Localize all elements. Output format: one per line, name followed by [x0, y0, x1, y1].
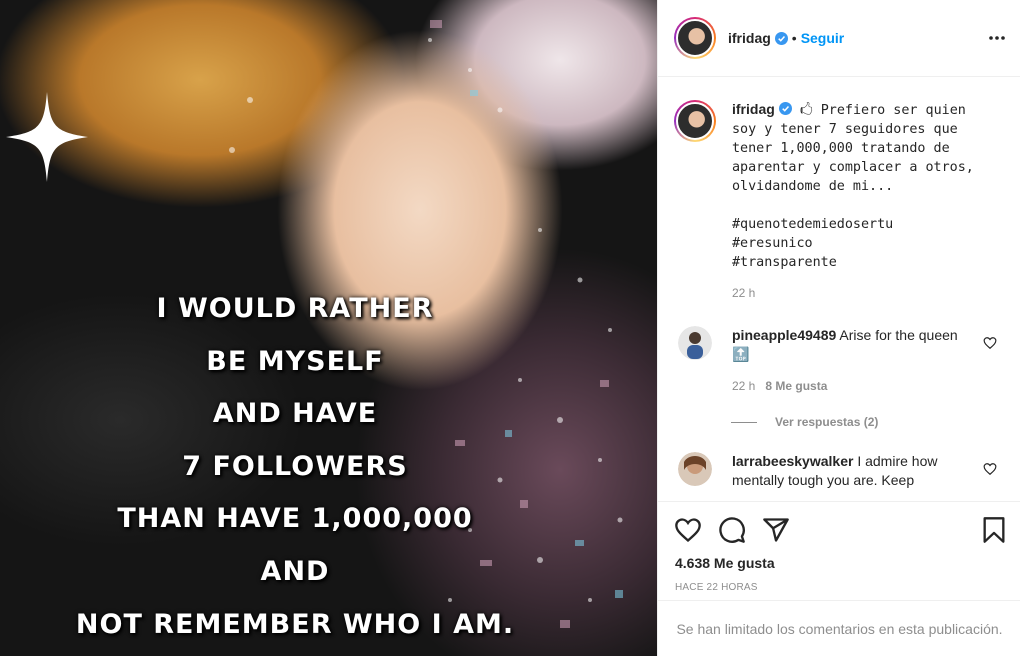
more-options-icon[interactable]: [988, 30, 1006, 46]
sparkle-star-icon: [6, 92, 88, 182]
follow-button[interactable]: Seguir: [801, 30, 845, 46]
heart-icon[interactable]: [674, 516, 702, 544]
comment-username[interactable]: pineapple49489: [732, 327, 836, 343]
post-image[interactable]: I WOULD RATHER BE MYSELF AND HAVE 7 FOLL…: [0, 0, 657, 656]
replies-divider: [731, 421, 757, 423]
separator-dot: •: [791, 30, 797, 46]
post-header: ifridag • Seguir: [658, 0, 1020, 77]
bookmark-icon[interactable]: [980, 516, 1008, 544]
caption-text: ifridag 🖒 Prefiero ser quien soy y tener…: [732, 100, 992, 272]
caption-emoji: 🖒: [799, 103, 813, 118]
post-actions: 4.638 Me gusta HACE 22 HORAS: [658, 501, 1020, 601]
quote-line: AND HAVE: [212, 398, 378, 430]
avatar[interactable]: [678, 452, 712, 486]
view-replies-button[interactable]: Ver respuestas (2): [731, 415, 1020, 429]
caption-time[interactable]: 22 h: [732, 286, 992, 300]
post-timestamp[interactable]: HACE 22 HORAS: [675, 582, 758, 593]
post-caption: ifridag 🖒 Prefiero ser quien soy y tener…: [658, 78, 1020, 300]
comment-icon[interactable]: [718, 516, 746, 544]
view-replies-label: Ver respuestas (2): [775, 415, 879, 429]
avatar[interactable]: [678, 326, 712, 360]
verified-badge-icon: [778, 102, 792, 115]
heart-icon[interactable]: [983, 462, 997, 476]
quote-text: I WOULD RATHER BE MYSELF AND HAVE 7 FOLL…: [0, 283, 590, 651]
comments-limited-notice: Se han limitado los comentarios en esta …: [658, 600, 1020, 656]
share-icon[interactable]: [762, 516, 790, 544]
avatar[interactable]: [674, 17, 716, 59]
quote-line: 7 FOLLOWERS: [182, 450, 408, 482]
comment-text: pineapple49489 Arise for the queen 🔝: [732, 326, 978, 364]
top-emoji: 🔝: [732, 346, 750, 362]
verified-badge-icon: [774, 31, 788, 45]
caption-username[interactable]: ifridag: [732, 101, 775, 117]
quote-line: I WOULD RATHER: [156, 293, 434, 324]
comment-item: pineapple49489 Arise for the queen 🔝 22 …: [658, 326, 1020, 396]
avatar[interactable]: [674, 100, 716, 142]
quote-line: BE MYSELF: [206, 345, 384, 377]
comment-meta: 22 h 8 Me gusta: [732, 377, 978, 396]
comment-time[interactable]: 22 h: [732, 379, 755, 393]
comment-body: Arise for the queen: [839, 327, 958, 343]
comment-username[interactable]: larrabeeskywalker: [732, 453, 853, 469]
header-username[interactable]: ifridag: [728, 30, 771, 46]
quote-line: THAN HAVE 1,000,000: [117, 503, 473, 535]
likes-count[interactable]: 4.638 Me gusta: [675, 555, 775, 571]
quote-line: AND: [260, 555, 330, 587]
comments-list[interactable]: ifridag 🖒 Prefiero ser quien soy y tener…: [658, 78, 1020, 501]
comment-likes[interactable]: 8 Me gusta: [765, 379, 827, 393]
post-side-panel: ifridag • Seguir ifridag 🖒 Prefiero ser …: [657, 0, 1020, 656]
caption-body: Prefiero ser quien soy y tener 7 seguido…: [732, 103, 974, 270]
comment-item: larrabeeskywalker I admire how mentally …: [658, 452, 1020, 490]
quote-line: NOT REMEMBER WHO I AM.: [75, 608, 515, 640]
heart-icon[interactable]: [983, 336, 997, 350]
comment-text: larrabeeskywalker I admire how mentally …: [732, 452, 978, 490]
